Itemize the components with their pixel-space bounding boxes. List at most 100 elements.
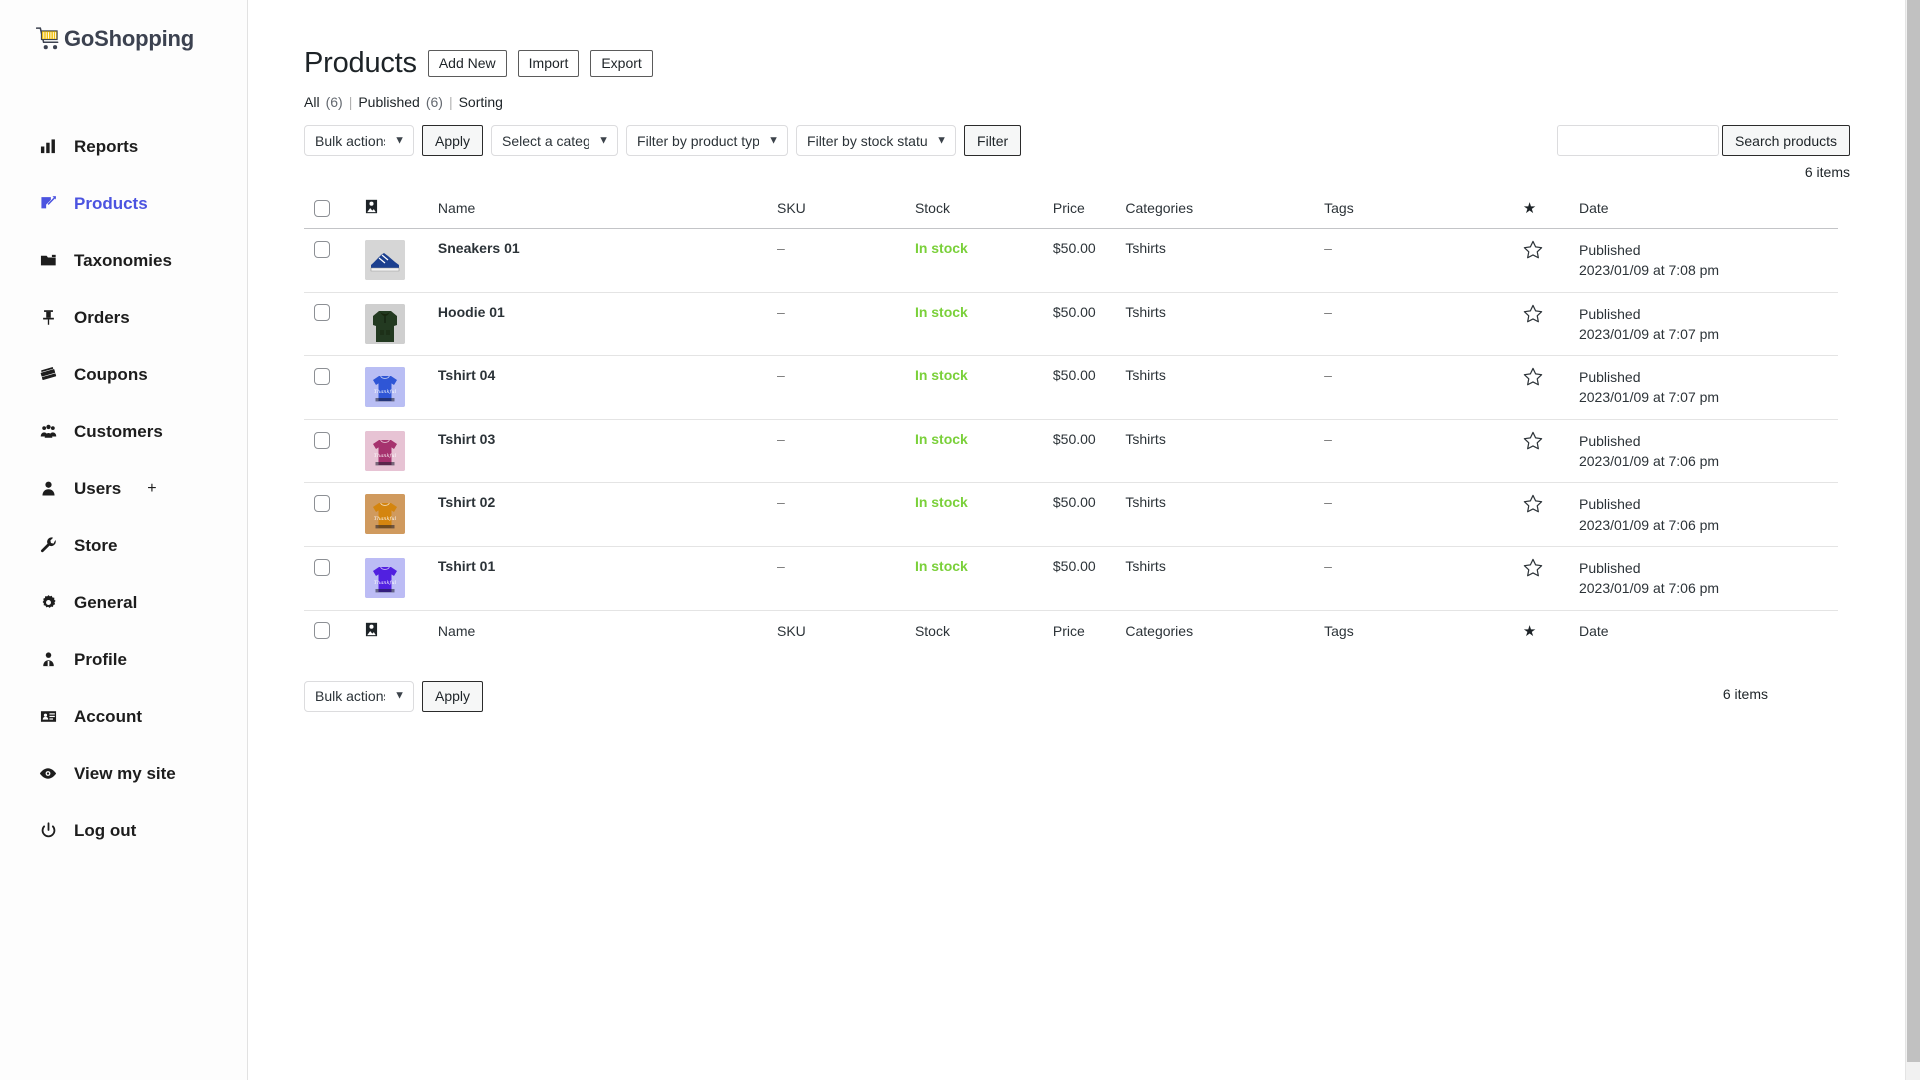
sidebar-item-general[interactable]: General [0,574,247,631]
bulk-actions-select-top[interactable]: Bulk actions ▼ [304,125,414,156]
row-checkbox[interactable] [314,304,330,321]
row-checkbox[interactable] [314,241,330,258]
sidebar-item-store[interactable]: Store [0,517,247,574]
product-thumbnail[interactable] [365,240,405,280]
name-footer[interactable]: Name [428,610,767,651]
category-select[interactable]: Select a category ▼ [491,125,618,156]
name-header[interactable]: Name [428,188,767,229]
sidebar-item-taxonomies[interactable]: Taxonomies [0,232,247,289]
sidebar-item-profile[interactable]: Profile [0,631,247,688]
category-dropdown[interactable]: Select a category [491,125,618,156]
row-name-cell: Tshirt 03 [428,419,767,483]
featured-star-icon[interactable] [1523,431,1543,450]
row-categories-cell: Tshirts [1115,292,1314,356]
featured-star-icon[interactable] [1523,367,1543,386]
bar-chart-icon [38,138,58,155]
categories-header[interactable]: Categories [1115,188,1314,229]
sku-footer[interactable]: SKU [767,610,905,651]
sidebar-item-log-out[interactable]: Log out [0,802,247,859]
product-name-link[interactable]: Tshirt 02 [438,494,495,510]
product-thumbnail[interactable]: Thankful [365,558,405,598]
sidebar-item-coupons[interactable]: Coupons [0,346,247,403]
stock-status-badge: In stock [915,367,968,383]
table-row: Hoodie 01 – In stock $50.00 Tshirts – Pu… [304,292,1838,356]
apply-button-top[interactable]: Apply [422,125,483,156]
row-checkbox[interactable] [314,559,330,576]
power-icon [38,822,58,839]
page-scrollbar[interactable] [1905,0,1920,1080]
category-link[interactable]: Tshirts [1125,558,1165,574]
sidebar-item-users[interactable]: Users + [0,460,247,517]
select-all-checkbox[interactable] [314,200,330,217]
featured-star-icon[interactable] [1523,558,1543,577]
category-link[interactable]: Tshirts [1125,304,1165,320]
product-thumbnail[interactable] [365,304,405,344]
scrollbar-thumb[interactable] [1907,0,1920,1062]
product-name-link[interactable]: Sneakers 01 [438,240,520,256]
select-all-checkbox-footer[interactable] [314,622,330,639]
product-name-link[interactable]: Hoodie 01 [438,304,505,320]
category-link[interactable]: Tshirts [1125,367,1165,383]
status-link-published[interactable]: Published [358,94,420,110]
row-checkbox[interactable] [314,495,330,512]
featured-star-icon[interactable] [1523,494,1543,513]
product-thumbnail[interactable]: Thankful [365,431,405,471]
product-name-link[interactable]: Tshirt 03 [438,431,495,447]
apply-button-bottom[interactable]: Apply [422,681,483,712]
category-link[interactable]: Tshirts [1125,431,1165,447]
row-checkbox[interactable] [314,368,330,385]
stock-status-dropdown[interactable]: Filter by stock status [796,125,956,156]
add-user-button[interactable]: + [147,480,156,498]
import-button[interactable]: Import [518,50,580,78]
sidebar-item-account[interactable]: Account [0,688,247,745]
product-type-select[interactable]: Filter by product type ▼ [626,125,788,156]
featured-star-icon[interactable] [1523,304,1543,323]
date-footer[interactable]: Date [1569,610,1838,651]
search-input[interactable] [1557,125,1719,156]
product-name-link[interactable]: Tshirt 04 [438,367,495,383]
svg-text:Thankful: Thankful [374,389,397,395]
price-value: $50.00 [1053,240,1096,256]
bulk-actions-dropdown-top[interactable]: Bulk actions [304,125,414,156]
price-footer[interactable]: Price [1043,610,1115,651]
tags-footer[interactable]: Tags [1314,610,1513,651]
sidebar-item-orders[interactable]: Orders [0,289,247,346]
sku-value: – [777,431,785,447]
row-tags-cell: – [1314,292,1513,356]
product-thumbnail[interactable]: Thankful [365,367,405,407]
featured-footer[interactable]: ★ [1513,610,1569,651]
stock-header[interactable]: Stock [905,188,1043,229]
category-link[interactable]: Tshirts [1125,240,1165,256]
featured-header[interactable]: ★ [1513,188,1569,229]
date-header[interactable]: Date [1569,188,1838,229]
category-link[interactable]: Tshirts [1125,494,1165,510]
search-products-button[interactable]: Search products [1722,125,1850,156]
sidebar-item-view-my-site[interactable]: View my site [0,745,247,802]
sidebar-item-products[interactable]: Products [0,175,247,232]
status-link-sorting[interactable]: Sorting [459,94,503,110]
status-link-all[interactable]: All [304,94,320,110]
add-new-button[interactable]: Add New [428,50,507,78]
stock-footer[interactable]: Stock [905,610,1043,651]
export-button[interactable]: Export [590,50,652,78]
product-thumbnail[interactable]: Thankful [365,494,405,534]
price-header[interactable]: Price [1043,188,1115,229]
row-date-cell: Published 2023/01/09 at 7:07 pm [1569,292,1838,356]
categories-footer[interactable]: Categories [1115,610,1314,651]
bulk-actions-dropdown-bottom[interactable]: Bulk actions [304,681,414,712]
filter-button[interactable]: Filter [964,125,1021,156]
row-checkbox[interactable] [314,432,330,449]
sidebar-item-customers[interactable]: Customers [0,403,247,460]
stock-status-select[interactable]: Filter by stock status ▼ [796,125,956,156]
row-stock-cell: In stock [905,483,1043,547]
tags-header[interactable]: Tags [1314,188,1513,229]
row-select-cell [304,292,355,356]
product-type-dropdown[interactable]: Filter by product type [626,125,788,156]
bulk-actions-select-bottom[interactable]: Bulk actions ▼ [304,681,414,712]
featured-star-icon[interactable] [1523,240,1543,259]
sidebar-item-label: Users [74,479,121,499]
product-name-link[interactable]: Tshirt 01 [438,558,495,574]
row-date-cell: Published 2023/01/09 at 7:06 pm [1569,419,1838,483]
sidebar-item-reports[interactable]: Reports [0,118,247,175]
sku-header[interactable]: SKU [767,188,905,229]
